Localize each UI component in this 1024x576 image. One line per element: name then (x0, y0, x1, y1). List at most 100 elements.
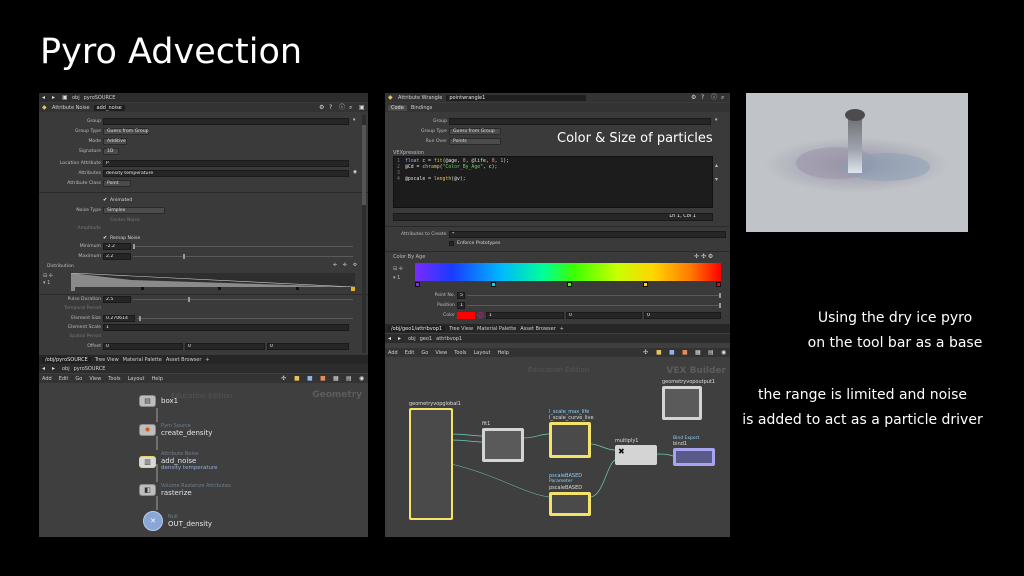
param-maximum: Maximum 2.2 (39, 253, 368, 261)
param-signature: Signature 1D (39, 148, 368, 156)
node-label: l_scale_curve_live (549, 415, 594, 421)
ramp-side-controls[interactable]: ⊟ ✢ ▾ 1 (43, 273, 63, 293)
element-size-slider[interactable] (137, 316, 353, 321)
remap-noise-checkbox[interactable]: ✔ (103, 236, 108, 241)
info-icon[interactable]: ⓘ (339, 104, 345, 111)
help-icon[interactable]: ? (329, 104, 335, 111)
code-scroll-arrows[interactable]: ▴ ▾ (715, 159, 718, 187)
info-icon[interactable]: ⓘ (711, 94, 717, 101)
param-label: Noise Type (76, 208, 101, 213)
position-slider[interactable] (467, 303, 721, 308)
minimum-slider[interactable] (133, 244, 353, 249)
node-label: pscaleBASED (549, 485, 583, 491)
vex-code-editor[interactable]: 1 float c = fit(@age, 0, @life, 0, 1); 2 @… (393, 156, 713, 208)
vop-node-multiply[interactable]: multiply1 ✖ (615, 438, 657, 465)
ramp-side-controls[interactable]: ⊟ ✢ ▾ 1 (393, 265, 403, 283)
help-icon[interactable]: ? (701, 94, 707, 101)
signature-dropdown[interactable]: 1D (103, 148, 119, 155)
left-node-header: ◆ Attribute Noise add_noise ⚙ ? ⓘ ⌕ ▣ (39, 103, 368, 112)
distribution-ramp[interactable] (71, 273, 355, 287)
vop-node-bind[interactable]: Bind Export bind1 (673, 436, 715, 466)
dropdown-arrow-icon[interactable]: ▾ (353, 118, 355, 123)
vop-node-output[interactable]: geometryvopoutput1 (662, 379, 715, 420)
node-name-field[interactable]: add_noise (93, 104, 125, 111)
position-field[interactable]: 1 (457, 302, 465, 309)
attr-create-field[interactable]: * (449, 231, 726, 238)
tab-code[interactable]: Code (388, 104, 407, 111)
param-label: Group Type (75, 129, 101, 134)
enforce-checkbox[interactable] (449, 241, 454, 246)
color-r-field[interactable]: 1 (486, 312, 564, 319)
minimum-field[interactable]: -2.2 (103, 243, 131, 250)
mode-dropdown[interactable]: Additive (103, 138, 127, 145)
offset-field-y[interactable]: 0 (185, 343, 265, 350)
point-no-field[interactable]: 5 (457, 292, 465, 299)
color-swatch[interactable] (457, 312, 475, 319)
color-wheel-icon[interactable]: ◎ (477, 311, 484, 319)
left-path-bar: ◂ ▸ ▣ obj pyroSOURCE (39, 93, 368, 102)
gear-icon[interactable]: ⚙ (691, 94, 697, 101)
group-field[interactable] (103, 118, 349, 125)
group-type-dropdown[interactable]: Guess from Group (103, 128, 149, 135)
search-icon[interactable]: ⌕ (349, 104, 355, 111)
maximum-slider[interactable] (133, 254, 353, 259)
dropdown-arrow-icon[interactable]: ▾ (715, 118, 717, 123)
run-over-dropdown[interactable]: Points (449, 138, 501, 145)
search-icon[interactable]: ⌕ (721, 94, 727, 101)
pin-icon[interactable]: ▣ (359, 104, 365, 111)
color-b-field[interactable]: 0 (644, 312, 721, 319)
folder-icon[interactable]: ▣ (62, 94, 68, 101)
ramp-gear-icon[interactable]: ⚙ (708, 253, 713, 260)
element-size-field[interactable]: 0.270614 (103, 315, 135, 322)
vop-node-pscale[interactable]: pscaleBASED Parameter pscaleBASED (549, 473, 591, 516)
back-arrow-icon[interactable]: ◂ (42, 94, 48, 101)
param-animated: ✔ Animated (39, 197, 368, 205)
ramp-gear-icon[interactable]: ⚙ (353, 263, 357, 268)
wrangle-group-type-dropdown[interactable]: Guess from Group (449, 128, 501, 135)
point-no-slider[interactable] (467, 293, 721, 298)
location-pin-icon[interactable]: ◉ (353, 170, 357, 175)
path-node[interactable]: pyroSOURCE (84, 95, 116, 101)
ramp-add-icon[interactable]: ✣ (701, 253, 706, 260)
wrangle-group: Group ▾ (385, 118, 730, 126)
param-pulse-duration: Pulse Duration 2.5 (39, 296, 368, 304)
param-label: Offset (87, 344, 101, 349)
ramp-point-markers (71, 287, 355, 292)
color-g-field[interactable]: 0 (566, 312, 642, 319)
node-type-icon: ◆ (42, 103, 47, 111)
noise-type-dropdown[interactable]: Simplex (103, 207, 165, 214)
color-ramp[interactable] (415, 263, 721, 281)
node-name-field[interactable]: pointwrangle1 (446, 94, 587, 101)
ramp-move-icon[interactable]: ✢ (333, 263, 337, 268)
pulse-duration-field[interactable]: 2.5 (103, 296, 131, 303)
element-scale-field[interactable]: 1 (103, 324, 349, 331)
offset-field-x[interactable]: 0 (103, 343, 183, 350)
vop-node-global[interactable]: geometryvopglobal1 (409, 401, 461, 520)
attribute-class-dropdown[interactable]: Point (103, 180, 131, 187)
param-label: Amplitude (77, 226, 101, 231)
location-attribute-field[interactable]: P (103, 160, 349, 167)
maximum-field[interactable]: 2.2 (103, 253, 131, 260)
param-label: Location Attribute (59, 161, 101, 166)
tab-bindings[interactable]: Bindings (411, 105, 433, 111)
pulse-duration-slider[interactable] (133, 297, 353, 302)
param-label: Group (87, 119, 101, 124)
overlay-label: Color & Size of particles (557, 131, 713, 146)
attributes-field[interactable]: density temperature (103, 170, 349, 177)
ramp-move-icon[interactable]: ✢ (694, 253, 699, 260)
vop-node-fit[interactable]: fit1 (482, 421, 524, 462)
node-label: bind1 (673, 441, 688, 447)
node-type-label: Attribute Noise (52, 104, 90, 111)
vop-node-scale-curve[interactable]: l_scale_max_life l_scale_curve_live (549, 409, 594, 458)
animated-label: Animated (110, 198, 133, 203)
param-offset: Offset 0 0 0 (39, 343, 368, 351)
ramp-add-icon[interactable]: ✣ (343, 263, 347, 268)
gear-icon[interactable]: ⚙ (319, 104, 325, 111)
offset-field-z[interactable]: 0 (267, 343, 349, 350)
forward-arrow-icon[interactable]: ▸ (52, 94, 58, 101)
left-params-scrollbar[interactable] (362, 115, 366, 353)
slide-title: Pyro Advection (40, 32, 303, 72)
animated-checkbox[interactable]: ✔ (103, 198, 108, 203)
path-obj[interactable]: obj (72, 95, 80, 101)
wrangle-group-field[interactable] (449, 118, 711, 125)
